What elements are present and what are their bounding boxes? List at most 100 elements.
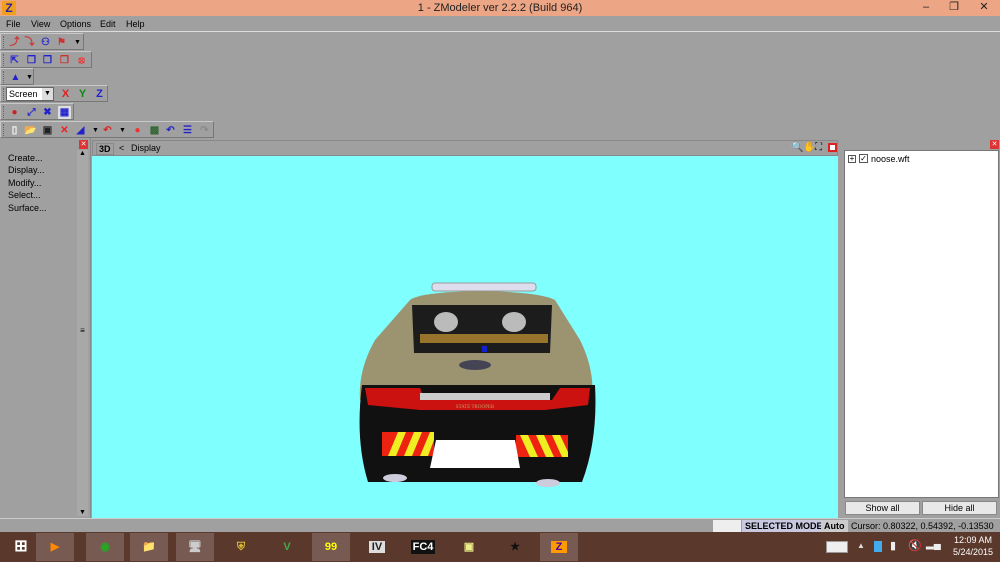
toolbar-shape: ▲ ▼ bbox=[0, 68, 34, 85]
police-badge-icon[interactable]: ★ bbox=[496, 533, 534, 561]
undo-icon[interactable]: ↶ bbox=[164, 124, 177, 137]
import-icon[interactable]: ◢ bbox=[74, 124, 87, 137]
command-surface[interactable]: Surface... bbox=[8, 203, 47, 213]
figure-icon[interactable]: ⚇ bbox=[39, 36, 52, 49]
toolbar-transform: ● ⤢ ✖ ▦ bbox=[0, 103, 74, 120]
bone-icon[interactable]: ⚑ bbox=[55, 36, 68, 49]
fit-view-icon[interactable]: ⛶ bbox=[815, 142, 822, 153]
far-cry-4-icon[interactable]: FC4 bbox=[404, 533, 442, 561]
menu-view[interactable]: View bbox=[31, 19, 50, 29]
command-create[interactable]: Create... bbox=[8, 153, 43, 163]
toolbar-file: ▯ 📂 ▣ ✕ ◢ ▼ ↶ ▼ ● ▩ ↶ ☰ ↷ bbox=[0, 121, 214, 138]
minimize-button[interactable]: – bbox=[912, 0, 940, 16]
close-file-icon[interactable]: ✕ bbox=[58, 124, 71, 137]
show-all-button[interactable]: Show all bbox=[845, 501, 920, 515]
export-icon[interactable]: ↶ bbox=[101, 124, 114, 137]
lightbar bbox=[431, 282, 537, 292]
axis-z-button[interactable]: Z bbox=[93, 88, 106, 101]
save-icon[interactable]: ▣ bbox=[41, 124, 54, 137]
visibility-checkbox[interactable]: ✓ bbox=[859, 154, 868, 163]
cube-delete-icon[interactable]: ⦻ bbox=[75, 54, 88, 67]
cube-select-icon[interactable]: ❐ bbox=[25, 54, 38, 67]
chevron-stripes-left bbox=[382, 432, 434, 456]
close-panel-icon[interactable]: ✕ bbox=[990, 140, 999, 149]
view-mode-3d[interactable]: 3D bbox=[96, 143, 114, 155]
status-bar: SELECTED MODE Auto Cursor: 0.80322, 0.54… bbox=[0, 518, 1000, 532]
tree-item-noose-wft[interactable]: noose.wft bbox=[871, 154, 910, 164]
task-monitor-icon[interactable]: 🖥 bbox=[176, 533, 214, 561]
selected-mode-indicator[interactable]: SELECTED MODE bbox=[742, 520, 826, 532]
gta-v-icon[interactable]: V bbox=[268, 533, 306, 561]
network-signal-icon[interactable]: ▂▄ bbox=[926, 539, 941, 550]
close-panel-icon[interactable]: ✕ bbox=[79, 140, 88, 149]
menu-options[interactable]: Options bbox=[60, 19, 91, 29]
car-text: STATE TROOPER bbox=[456, 405, 495, 410]
menu-help[interactable]: Help bbox=[126, 19, 145, 29]
menu-file[interactable]: File bbox=[6, 19, 21, 29]
new-file-icon[interactable]: ▯ bbox=[8, 124, 21, 137]
chevron-down-icon: ▼ bbox=[42, 88, 53, 100]
texture-icon[interactable]: ▩ bbox=[148, 124, 161, 137]
close-button[interactable]: ✕ bbox=[968, 0, 1000, 16]
viewport-header: 3D < Display 🔍 ✋ ⛶ bbox=[92, 140, 838, 156]
axis-move-icon[interactable]: ⤢ bbox=[25, 106, 38, 119]
tray-app-icon[interactable] bbox=[874, 541, 882, 552]
open-file-icon[interactable]: 📂 bbox=[24, 124, 37, 137]
axis-y-button[interactable]: Y bbox=[76, 88, 89, 101]
sticky-notes-icon[interactable]: ▣ bbox=[450, 533, 488, 561]
zmodeler-icon[interactable]: Z bbox=[540, 533, 578, 561]
list-icon[interactable]: ☰ bbox=[181, 124, 194, 137]
command-select[interactable]: Select... bbox=[8, 190, 41, 200]
clock-date: 5/24/2015 bbox=[952, 547, 994, 557]
windows-taskbar: ⊞ ▶ ◉ 📁 🖥 ⛨ V 99 IV FC4 ▣ ★ Z ▲ ▮ 🔇 ▂▄ 1… bbox=[0, 532, 1000, 562]
link-icon[interactable]: ⤴ bbox=[8, 36, 21, 49]
cone-icon[interactable]: ▲ bbox=[9, 71, 22, 84]
title-bar: Z 1 - ZModeler ver 2.2.2 (Build 964) – ❐… bbox=[0, 0, 1000, 16]
pivot-icon[interactable]: ● bbox=[8, 106, 21, 119]
status-empty-field bbox=[713, 520, 741, 532]
volume-muted-icon[interactable]: 🔇 bbox=[908, 539, 922, 552]
grid-icon[interactable]: ▦ bbox=[58, 106, 71, 119]
chevron-down-icon[interactable]: ▼ bbox=[116, 124, 129, 137]
panel-scrollbar[interactable]: ▲ ≡ ▼ bbox=[77, 150, 88, 516]
axis-scale-icon[interactable]: ✖ bbox=[41, 106, 54, 119]
axis-x-button[interactable]: X bbox=[59, 88, 72, 101]
windows-start-icon[interactable]: ⊞ bbox=[2, 533, 40, 561]
cube-select2-icon[interactable]: ❐ bbox=[41, 54, 54, 67]
menu-bar: File View Options Edit Help bbox=[0, 16, 1000, 32]
command-display[interactable]: Display... bbox=[8, 165, 44, 175]
hide-all-button[interactable]: Hide all bbox=[922, 501, 997, 515]
chevron-stripes-right bbox=[516, 435, 568, 457]
coord-space-select[interactable]: Screen ▼ bbox=[6, 87, 54, 101]
maximize-viewport-icon[interactable] bbox=[828, 143, 837, 152]
restore-button[interactable]: ❐ bbox=[940, 0, 968, 16]
menu-edit[interactable]: Edit bbox=[100, 19, 116, 29]
command-modify[interactable]: Modify... bbox=[8, 178, 41, 188]
lcpd-badge-icon[interactable]: ⛨ bbox=[222, 533, 260, 561]
viewport-nav-back[interactable]: < bbox=[119, 143, 124, 153]
clock-time: 12:09 AM bbox=[953, 535, 993, 545]
render-icon[interactable]: ● bbox=[131, 124, 144, 137]
auto-indicator[interactable]: Auto bbox=[821, 520, 848, 532]
power-icon[interactable]: ▮ bbox=[890, 539, 896, 552]
gta-iv-icon[interactable]: IV bbox=[358, 533, 396, 561]
coord-space-value: Screen bbox=[9, 89, 38, 99]
clock[interactable]: 12:09 AM 5/24/2015 bbox=[950, 535, 996, 557]
media-player-icon[interactable]: ▶ bbox=[36, 533, 74, 561]
cube-hide-icon[interactable]: ❐ bbox=[58, 54, 71, 67]
toolbar-hierarchy: ⤴ ⤵ ⚇ ⚑ ▼ bbox=[0, 33, 84, 50]
chevron-down-icon[interactable]: ▼ bbox=[23, 71, 36, 84]
redo-icon[interactable]: ↷ bbox=[198, 124, 211, 137]
3d-viewport[interactable]: STATE TROOPER bbox=[92, 156, 838, 518]
fraps-icon[interactable]: 99 bbox=[312, 533, 350, 561]
zoom-icon[interactable]: 🔍 bbox=[791, 142, 803, 153]
unlink-icon[interactable]: ⤵ bbox=[23, 36, 36, 49]
vertex-select-icon[interactable]: ⇱ bbox=[8, 54, 21, 67]
chevron-down-icon[interactable]: ▼ bbox=[71, 36, 84, 49]
pan-hand-icon[interactable]: ✋ bbox=[803, 142, 815, 153]
file-explorer-icon[interactable]: 📁 bbox=[130, 533, 168, 561]
keyboard-icon[interactable] bbox=[826, 541, 848, 553]
expand-icon[interactable]: + bbox=[848, 155, 856, 163]
show-hidden-icons[interactable]: ▲ bbox=[857, 541, 865, 550]
chrome-icon[interactable]: ◉ bbox=[86, 533, 124, 561]
